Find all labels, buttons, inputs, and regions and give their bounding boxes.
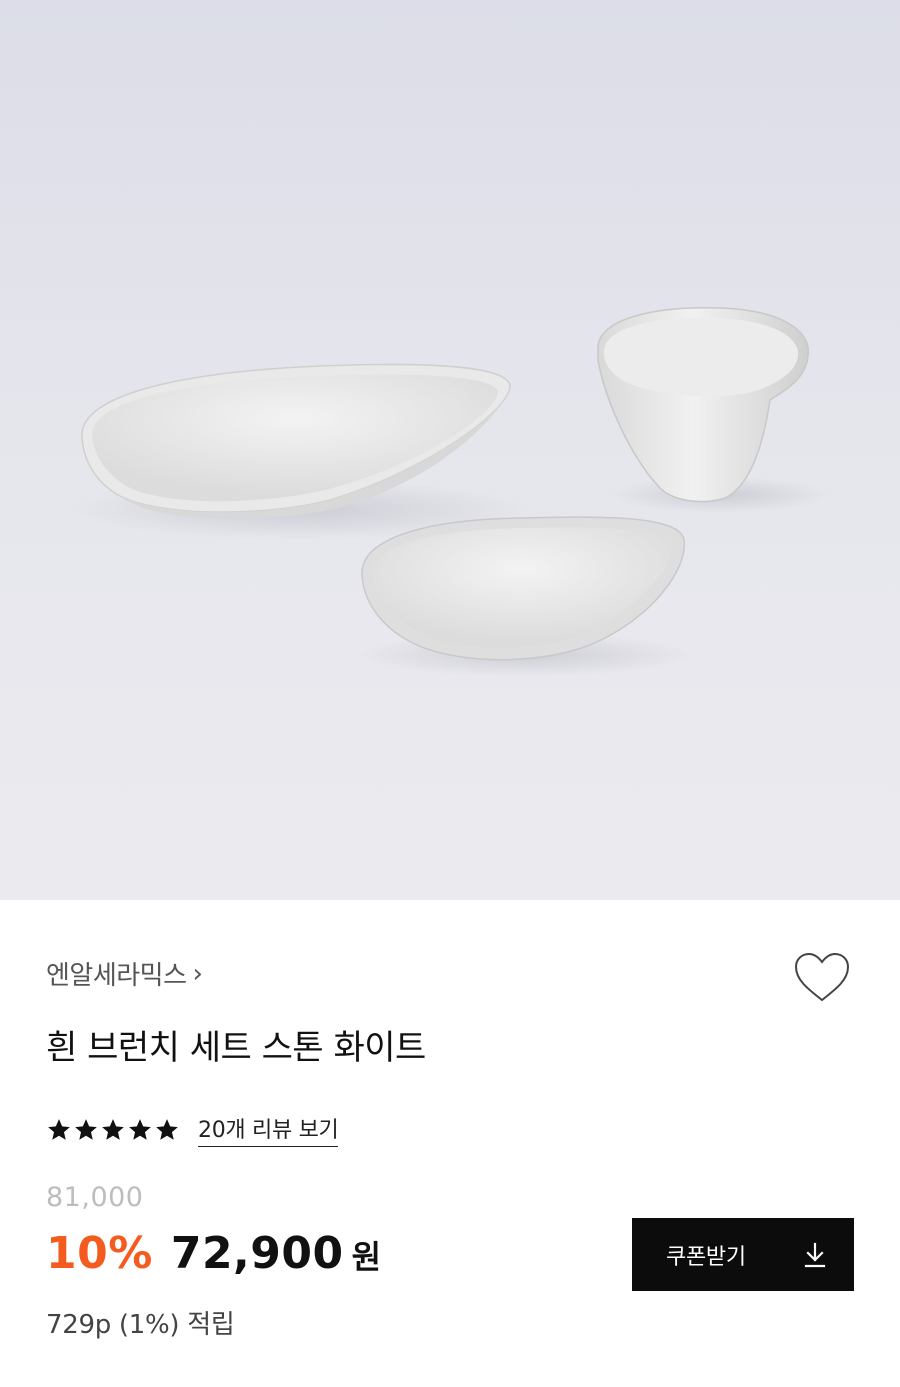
product-title: 흰 브런치 세트 스톤 화이트 (46, 1028, 426, 1068)
original-price: 81,000 (46, 1182, 144, 1213)
star-icon (75, 1118, 97, 1140)
product-photo (70, 307, 830, 677)
heart-outline-icon (794, 952, 850, 1002)
star-icon (102, 1118, 124, 1140)
sale-price: 72,900 (170, 1228, 344, 1279)
brand-name: 엔알세라믹스 (46, 961, 187, 991)
download-icon (804, 1242, 826, 1267)
coupon-button[interactable]: 쿠폰받기 (632, 1218, 854, 1291)
star-icon (129, 1118, 151, 1140)
product-image (0, 0, 900, 900)
star-icon (48, 1118, 70, 1140)
coupon-label: 쿠폰받기 (666, 1244, 746, 1270)
reward-points: 729p (1%) 적립 (46, 1310, 235, 1340)
currency-label: 원 (351, 1238, 382, 1276)
star-icon (156, 1118, 178, 1140)
star-rating (46, 1117, 180, 1143)
review-link[interactable]: 20개 리뷰 보기 (198, 1112, 339, 1147)
rating-row: 20개 리뷰 보기 (46, 1112, 339, 1147)
chevron-right-icon: › (192, 958, 203, 989)
discount-rate: 10% (46, 1228, 153, 1279)
wishlist-button[interactable] (794, 952, 850, 1004)
price-row: 10% 72,900 원 (46, 1228, 381, 1279)
brand-link[interactable]: 엔알세라믹스 › (46, 955, 203, 992)
